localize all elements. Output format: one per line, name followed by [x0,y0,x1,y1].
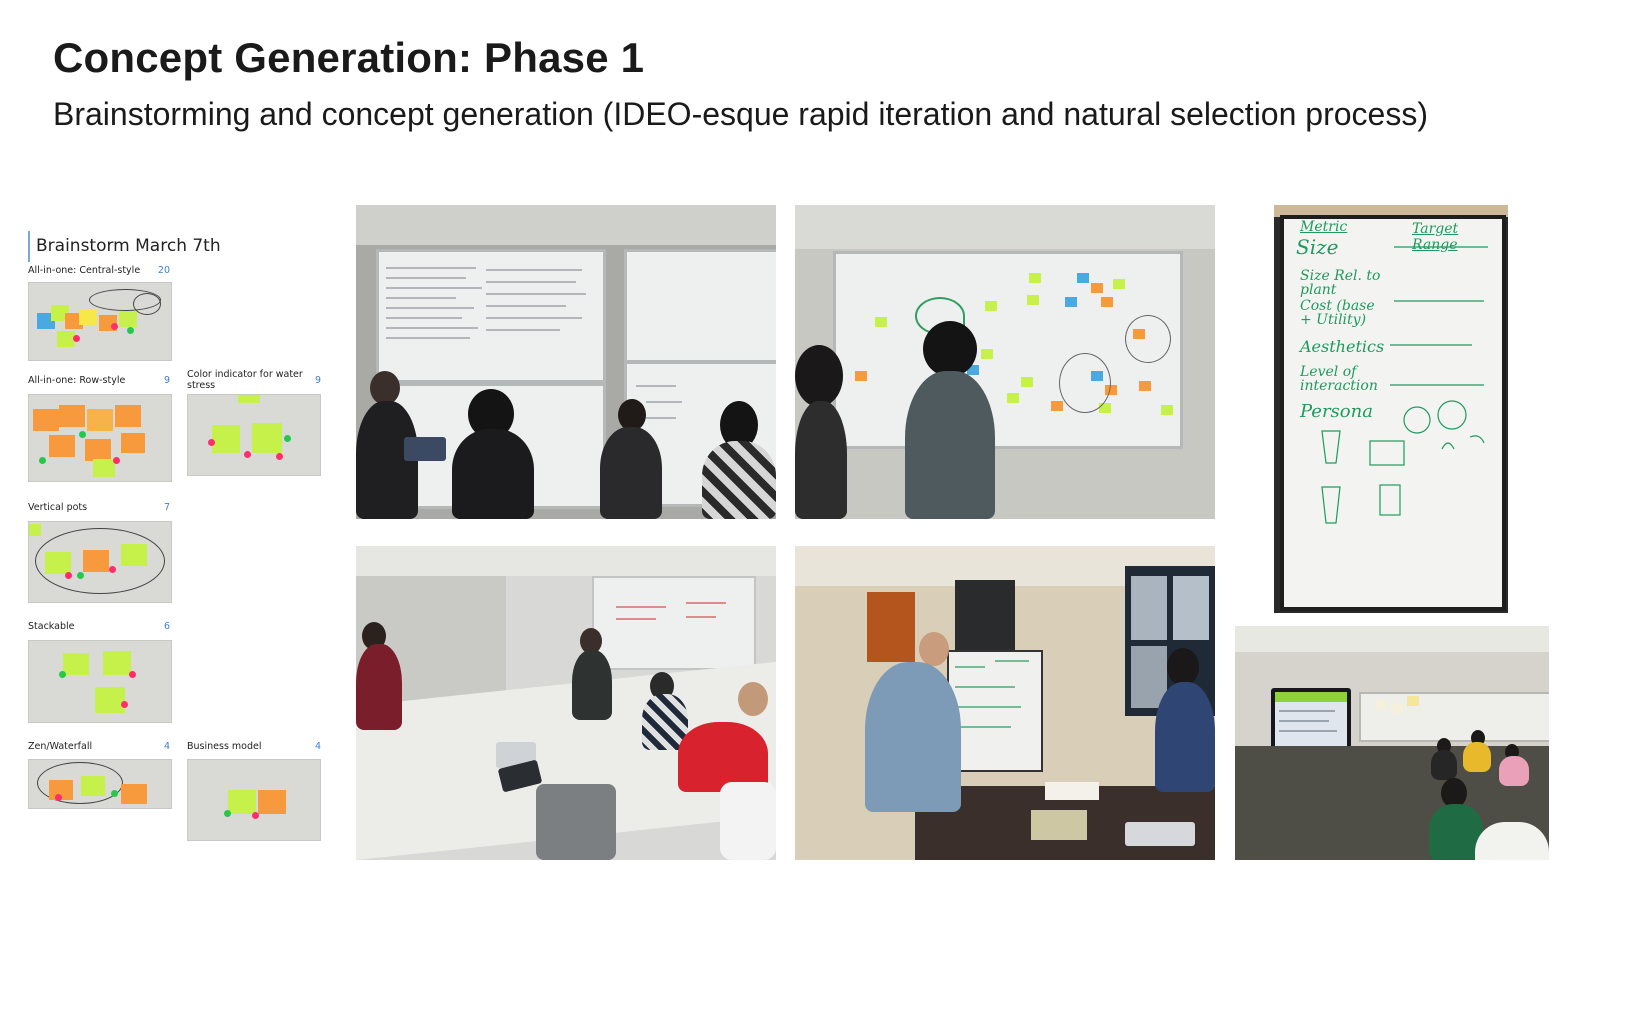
board-group-label: Stackable 6 [28,618,170,634]
photo-sticky-note-wall [795,205,1215,519]
board-group-label: Zen/Waterfall 4 [28,738,170,754]
group-thumbnail [187,759,321,841]
group-count: 6 [163,620,170,632]
board-group-business-model[interactable]: Business model 4 [187,738,321,841]
board-group-vertical-pots[interactable]: Vertical pots 7 [28,499,172,603]
board-group-label: All-in-one: Central-style 20 [28,262,170,278]
wb-metric-header: Metric [1300,219,1348,235]
group-name: Stackable [28,620,75,632]
group-name: All-in-one: Central-style [28,264,141,276]
group-thumbnail [28,640,172,723]
group-name: Vertical pots [28,501,88,513]
group-name: Color indicator for water stress [187,369,303,391]
board-group-color-indicator[interactable]: Color indicator for water stress 9 [187,369,321,476]
page-subtitle: Brainstorming and concept generation (ID… [53,96,1428,132]
wb-row-size-rel: Size Rel. to plant [1300,268,1381,298]
group-thumbnail [28,759,172,809]
group-name: Zen/Waterfall [28,740,93,752]
board-group-stackable[interactable]: Stackable 6 [28,618,172,723]
board-group-row-style[interactable]: All-in-one: Row-style 9 [28,372,172,482]
board-group-zen-waterfall[interactable]: Zen/Waterfall 4 [28,738,172,809]
group-name: Business model [187,740,262,752]
wb-row-persona: Persona [1300,401,1373,422]
photo-conference-room [356,546,776,860]
board-group-label: Business model 4 [187,738,321,754]
board-group-label: Vertical pots 7 [28,499,170,515]
wb-row-interaction: Level of interaction [1300,364,1378,394]
board-group-label: Color indicator for water stress 9 [187,369,321,391]
board-group-label: All-in-one: Row-style 9 [28,372,170,388]
group-count: 4 [163,740,170,752]
wb-row-aesthetics: Aesthetics [1300,337,1385,356]
wb-row-cost: Cost (base + Utility) [1300,298,1375,328]
group-thumbnail [28,521,172,603]
group-count: 20 [157,264,170,276]
group-name: All-in-one: Row-style [28,374,126,386]
photo-metric-whiteboard: Metric Target Range Size Size Rel. to pl… [1274,205,1508,613]
group-count: 9 [163,374,170,386]
group-count: 7 [163,501,170,513]
wb-target-header: Target Range [1412,221,1459,253]
photo-classroom-presentation [1235,626,1549,860]
group-thumbnail [187,394,321,476]
board-group-central-style[interactable]: All-in-one: Central-style 20 [28,262,172,361]
board-title: Brainstorm March 7th [28,231,221,262]
photo-team-whiteboard-review [795,546,1215,860]
group-thumbnail [28,282,172,361]
group-count: 9 [314,374,321,386]
group-thumbnail [28,394,172,482]
page-title: Concept Generation: Phase 1 [53,34,645,81]
group-count: 4 [314,740,321,752]
photo-whiteboard-team [356,205,776,519]
wb-row-size: Size [1296,235,1339,259]
